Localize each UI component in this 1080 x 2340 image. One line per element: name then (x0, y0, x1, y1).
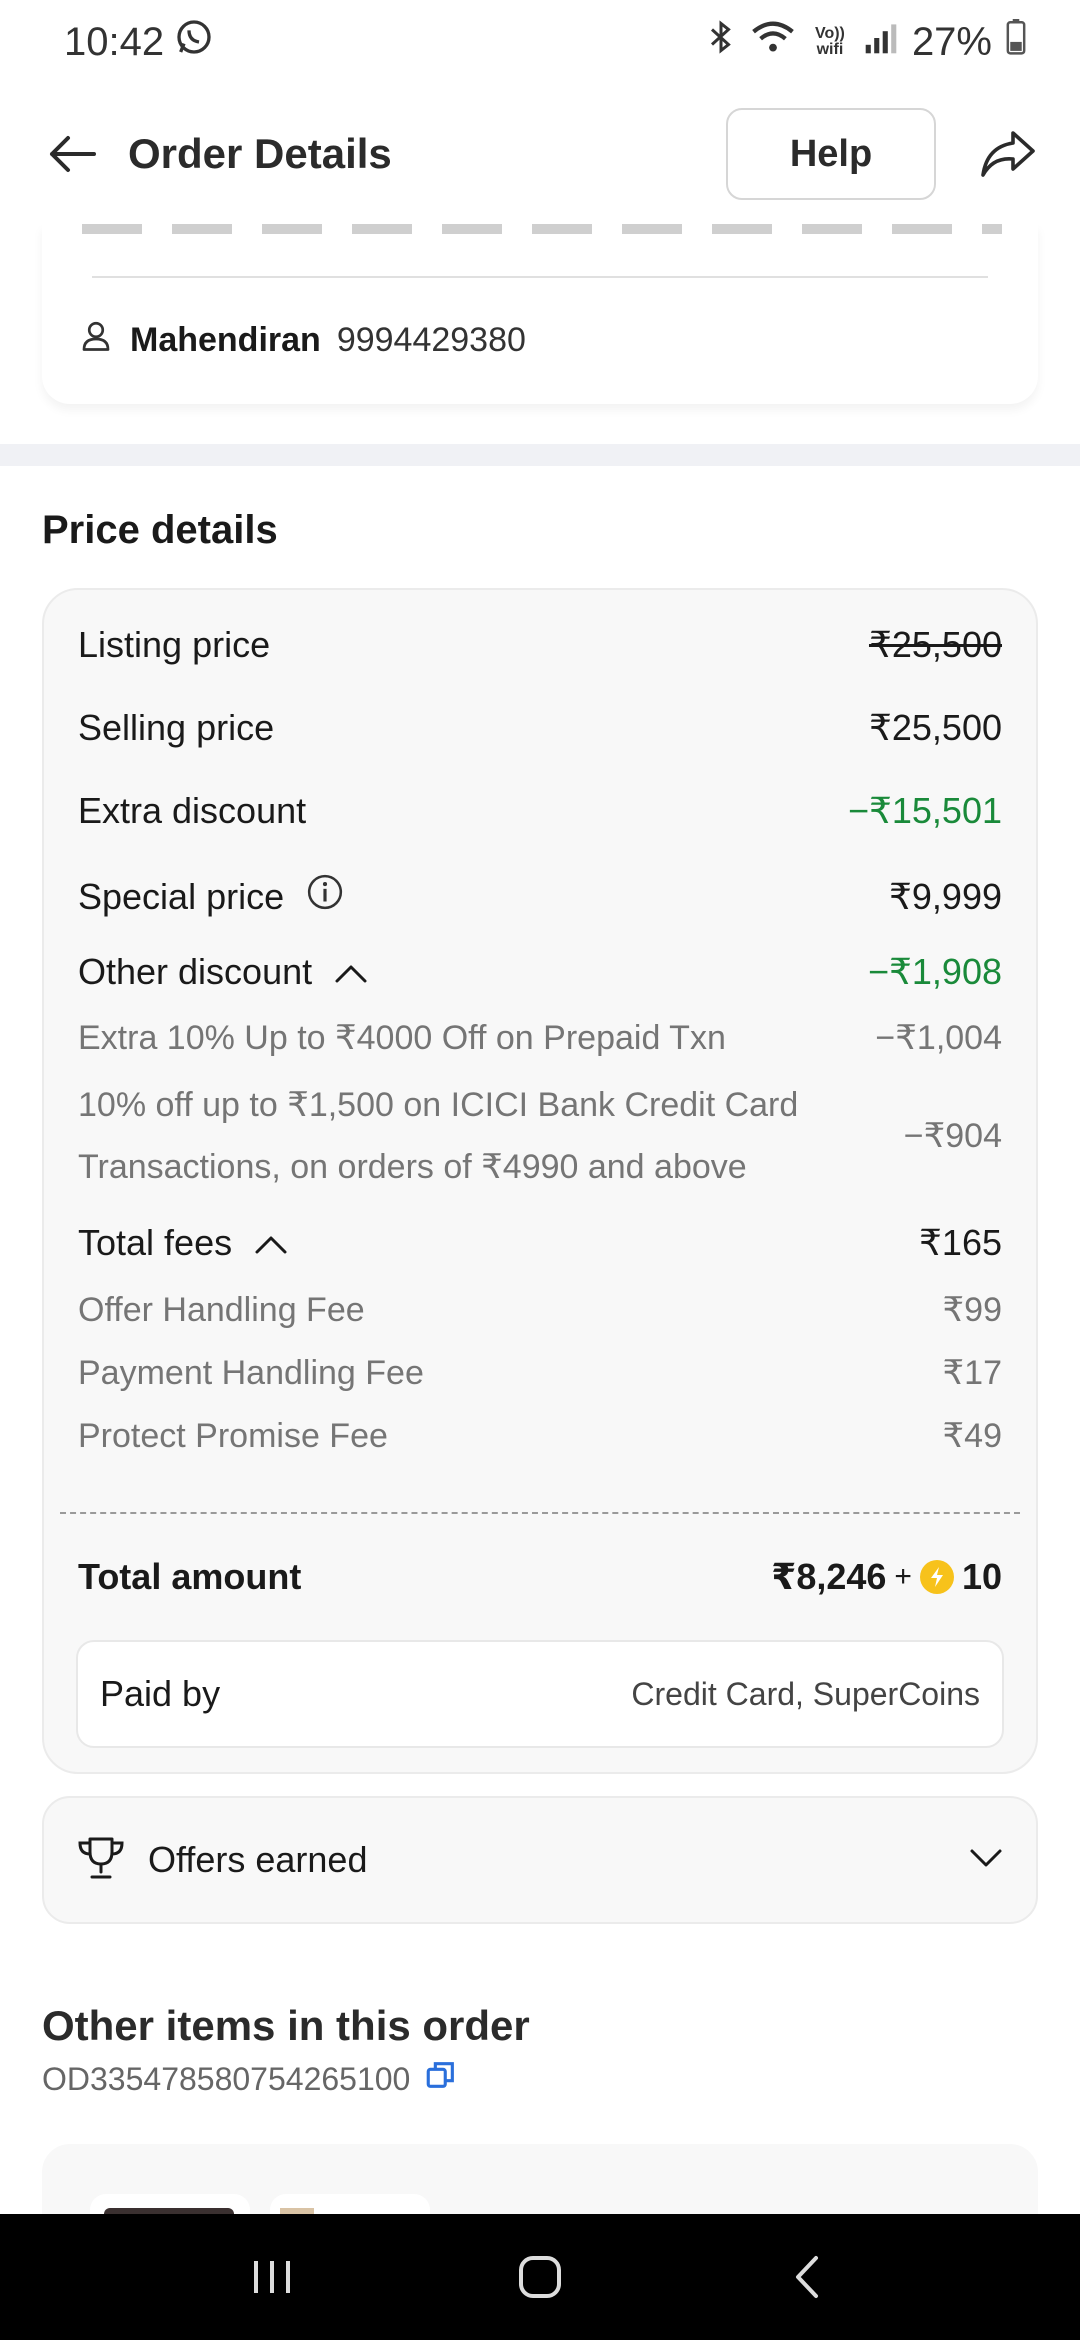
status-time: 10:42 (64, 19, 165, 64)
app-bar: Order Details Help (0, 84, 1080, 224)
fee-item-row: Protect Promise Fee ₹49 (78, 1416, 1002, 1456)
price-details-title: Price details (42, 508, 278, 552)
fee-item-value: ₹99 (942, 1291, 1002, 1329)
paid-by-label: Paid by (100, 1673, 221, 1714)
other-items-card (42, 2144, 1038, 2234)
discount-item-value: −₹1,004 (875, 1019, 1002, 1057)
contact-name: Mahendiran (130, 321, 321, 359)
arrow-left-icon (50, 136, 96, 172)
discount-item-label: 10% off up to ₹1,500 on ICICI Bank Credi… (78, 1074, 798, 1198)
recent-apps-icon (254, 2261, 291, 2293)
total-amount-row: Total amount ₹8,246 + 10 (78, 1556, 1002, 1598)
address-text-clipped (82, 224, 1002, 234)
system-nav-bar (0, 2214, 1080, 2340)
contact-row: Mahendiran 9994429380 (78, 318, 526, 363)
help-button[interactable]: Help (726, 108, 936, 200)
total-fees-label-group[interactable]: Total fees (78, 1222, 288, 1264)
offers-earned-label: Offers earned (148, 1839, 368, 1880)
special-price-value: ₹9,999 (889, 875, 1002, 917)
fee-item-label: Payment Handling Fee (78, 1353, 424, 1392)
other-discount-value: −₹1,908 (867, 951, 1002, 992)
chevron-up-icon[interactable] (334, 951, 368, 993)
delivery-address-card: Mahendiran 9994429380 (42, 224, 1038, 404)
fee-item-value: ₹17 (942, 1354, 1002, 1392)
battery-icon (1006, 19, 1026, 65)
listing-price-value: ₹25,500 (868, 624, 1002, 665)
discount-item-label: Extra 10% Up to ₹4000 Off on Prepaid Txn (78, 1019, 726, 1057)
paid-by-box: Paid by Credit Card, SuperCoins (76, 1640, 1004, 1748)
selling-price-label: Selling price (78, 707, 275, 748)
discount-item-label-line1: 10% off up to ₹1,500 on ICICI Bank Credi… (78, 1086, 799, 1124)
price-details-card: Listing price ₹25,500 Selling price ₹25,… (42, 588, 1038, 1774)
discount-item-label-line2: Transactions, on orders of ₹4990 and abo… (78, 1148, 747, 1186)
order-id-row: OD335478580754265100 (42, 2058, 458, 2100)
total-fees-row[interactable]: Total fees ₹165 (78, 1222, 1002, 1264)
selling-price-value: ₹25,500 (868, 707, 1002, 748)
total-amount-label: Total amount (78, 1556, 302, 1597)
recent-apps-button[interactable] (228, 2232, 318, 2322)
trophy-icon (76, 1836, 126, 1885)
other-discount-label-group[interactable]: Other discount (78, 951, 368, 993)
supercoins-value: 10 (961, 1556, 1002, 1597)
fee-item-label: Protect Promise Fee (78, 1416, 388, 1455)
extra-discount-value: −₹15,501 (847, 790, 1002, 831)
fee-item-value: ₹49 (942, 1417, 1002, 1455)
other-items-title: Other items in this order (42, 2002, 530, 2049)
contact-phone: 9994429380 (336, 321, 526, 359)
home-button[interactable] (495, 2232, 585, 2322)
order-id: OD335478580754265100 (42, 2060, 411, 2097)
dashed-divider (60, 1512, 1020, 1514)
total-fees-label: Total fees (78, 1222, 233, 1263)
discount-item-row: 10% off up to ₹1,500 on ICICI Bank Credi… (78, 1074, 1002, 1198)
total-amount-value: ₹8,246 (771, 1556, 887, 1597)
offers-earned-card[interactable]: Offers earned (42, 1796, 1038, 1924)
chevron-left-icon (795, 2256, 818, 2298)
supercoin-icon (919, 1560, 954, 1594)
discount-item-row: Extra 10% Up to ₹4000 Off on Prepaid Txn… (78, 1018, 1002, 1058)
selling-price-row: Selling price ₹25,500 (78, 707, 1002, 749)
info-icon[interactable] (306, 873, 344, 920)
divider (92, 276, 988, 278)
share-button[interactable] (976, 122, 1040, 186)
back-button[interactable] (40, 122, 104, 186)
page-title: Order Details (128, 130, 392, 177)
extra-discount-row: Extra discount −₹15,501 (78, 790, 1002, 832)
chevron-down-icon[interactable] (968, 1846, 1004, 1875)
signal-icon (864, 20, 898, 65)
paid-by-value: Credit Card, SuperCoins (631, 1675, 980, 1712)
special-price-row: Special price ₹9,999 (78, 873, 1002, 920)
chevron-up-icon[interactable] (254, 1222, 288, 1264)
copy-icon[interactable] (424, 2058, 458, 2100)
status-left: 10:42 (64, 17, 214, 67)
listing-price-label: Listing price (78, 624, 271, 665)
share-icon (981, 131, 1035, 177)
fee-item-row: Offer Handling Fee ₹99 (78, 1290, 1002, 1330)
bluetooth-icon (706, 19, 736, 65)
other-discount-label: Other discount (78, 951, 313, 992)
other-discount-row[interactable]: Other discount −₹1,908 (78, 951, 1002, 993)
battery-percent: 27% (911, 19, 992, 64)
listing-price-row: Listing price ₹25,500 (78, 624, 1002, 666)
fee-item-label: Offer Handling Fee (78, 1290, 365, 1329)
status-right: Vo)) wifi 27% (706, 19, 1026, 65)
status-bar: 10:42 Vo)) wifi 27% (0, 0, 1080, 84)
fee-item-row: Payment Handling Fee ₹17 (78, 1353, 1002, 1393)
plus-sign: + (894, 1560, 912, 1593)
section-separator (0, 444, 1080, 466)
total-fees-value: ₹165 (919, 1222, 1002, 1263)
whatsapp-icon (174, 17, 214, 67)
person-icon (78, 318, 114, 363)
discount-item-value: −₹904 (903, 1117, 1002, 1155)
home-icon (518, 2256, 561, 2298)
total-amount-group: ₹8,246 + 10 (771, 1556, 1002, 1598)
wifi-icon (750, 19, 796, 65)
extra-discount-label: Extra discount (78, 790, 307, 831)
nav-back-button[interactable] (762, 2232, 852, 2322)
volte-wifi-label: Vo)) wifi (814, 25, 845, 58)
special-price-label-group: Special price (78, 873, 344, 920)
special-price-label: Special price (78, 875, 285, 917)
